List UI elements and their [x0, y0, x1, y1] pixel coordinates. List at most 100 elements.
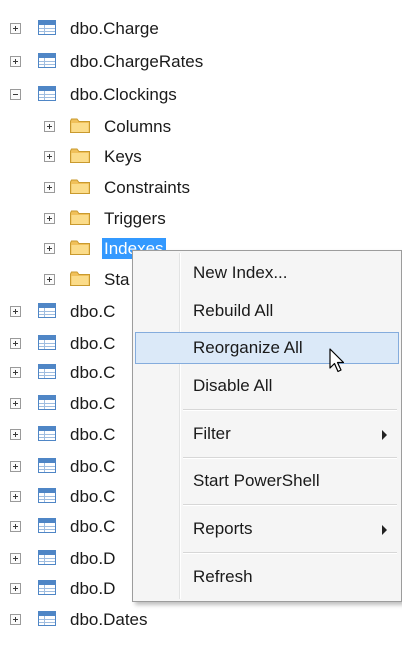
expand-icon[interactable] — [10, 306, 21, 317]
menu-item-start-powershell[interactable]: Start PowerShell — [135, 465, 399, 497]
tree-node-table-expanded[interactable]: dbo.Clockings — [0, 80, 402, 110]
menu-item-label: Disable All — [193, 376, 273, 395]
table-icon — [38, 458, 56, 473]
expand-icon[interactable] — [10, 398, 21, 409]
tree-node-label: dbo.C — [70, 334, 116, 353]
tree-node-label: dbo.D — [70, 579, 116, 598]
folder-icon — [70, 210, 90, 225]
table-icon — [38, 20, 56, 35]
table-icon — [38, 395, 56, 410]
menu-item-new-index[interactable]: New Index... — [135, 257, 399, 289]
tree-node-table[interactable]: dbo.C — [0, 297, 132, 327]
tree-node-table[interactable]: dbo.D — [0, 574, 132, 604]
tree-node-folder-columns[interactable]: Columns — [0, 112, 402, 142]
folder-icon — [70, 179, 90, 194]
tree-node-folder-constraints[interactable]: Constraints — [0, 173, 402, 203]
menu-separator — [183, 457, 397, 459]
expand-icon[interactable] — [10, 367, 21, 378]
tree-node-table[interactable]: dbo.Dates — [0, 605, 402, 635]
folder-icon — [70, 118, 90, 133]
tree-node-folder-keys[interactable]: Keys — [0, 142, 402, 172]
tree-node-label: dbo.D — [70, 549, 116, 568]
expand-icon[interactable] — [44, 274, 55, 285]
tree-node-folder-statistics[interactable]: Sta — [0, 265, 132, 295]
mouse-pointer-icon — [329, 348, 345, 373]
tree-node-label: dbo.C — [70, 487, 116, 506]
menu-separator — [183, 409, 397, 411]
tree-node-label: Triggers — [104, 209, 166, 228]
collapse-icon[interactable] — [10, 89, 21, 100]
table-icon — [38, 580, 56, 595]
expand-icon[interactable] — [10, 23, 21, 34]
menu-item-rebuild-all[interactable]: Rebuild All — [135, 295, 399, 327]
tree-node-folder-triggers[interactable]: Triggers — [0, 204, 402, 234]
tree-node-label: dbo.C — [70, 517, 116, 536]
submenu-arrow-icon — [382, 430, 387, 440]
menu-item-disable-all[interactable]: Disable All — [135, 370, 399, 402]
tree-node-table[interactable]: dbo.C — [0, 389, 132, 419]
menu-item-reorganize-all[interactable]: Reorganize All — [135, 332, 399, 364]
expand-icon[interactable] — [10, 56, 21, 67]
table-icon — [38, 518, 56, 533]
table-icon — [38, 364, 56, 379]
table-icon — [38, 53, 56, 68]
tree-node-label: dbo.C — [70, 394, 116, 413]
table-icon — [38, 335, 56, 350]
tree-node-table[interactable]: dbo.C — [0, 329, 132, 359]
tree-node-label: dbo.Charge — [70, 19, 159, 38]
table-icon — [38, 86, 56, 101]
expand-icon[interactable] — [10, 521, 21, 532]
menu-item-label: Filter — [193, 424, 231, 443]
tree-node-label: Keys — [104, 147, 142, 166]
table-icon — [38, 611, 56, 626]
menu-item-label: New Index... — [193, 263, 288, 282]
tree-node-label: dbo.Dates — [70, 610, 148, 629]
tree-node-label: dbo.C — [70, 425, 116, 444]
tree-node-table[interactable]: dbo.C — [0, 420, 132, 450]
expand-icon[interactable] — [10, 614, 21, 625]
tree-node-label: dbo.Clockings — [70, 85, 177, 104]
context-menu: New Index... Rebuild All Reorganize All … — [132, 250, 402, 602]
menu-separator — [183, 504, 397, 506]
folder-icon — [70, 240, 90, 255]
menu-item-filter[interactable]: Filter — [135, 418, 399, 450]
tree-node-table[interactable]: dbo.D — [0, 544, 132, 574]
menu-separator — [183, 552, 397, 554]
expand-icon[interactable] — [10, 553, 21, 564]
expand-icon[interactable] — [44, 151, 55, 162]
expand-icon[interactable] — [44, 243, 55, 254]
menu-item-label: Start PowerShell — [193, 471, 320, 490]
tree-node-label: dbo.C — [70, 457, 116, 476]
tree-node-table[interactable]: dbo.C — [0, 482, 132, 512]
tree-node-label: dbo.C — [70, 302, 116, 321]
expand-icon[interactable] — [10, 583, 21, 594]
tree-node-table[interactable]: dbo.Charge — [0, 14, 402, 44]
expand-icon[interactable] — [10, 338, 21, 349]
submenu-arrow-icon — [382, 525, 387, 535]
expand-icon[interactable] — [44, 182, 55, 193]
expand-icon[interactable] — [10, 491, 21, 502]
menu-item-reports[interactable]: Reports — [135, 513, 399, 545]
tree-node-label: Columns — [104, 117, 172, 136]
table-icon — [38, 426, 56, 441]
tree-node-table[interactable]: dbo.C — [0, 512, 132, 542]
tree-node-table[interactable]: dbo.C — [0, 358, 132, 388]
folder-icon — [70, 148, 90, 163]
tree-node-table[interactable]: dbo.ChargeRates — [0, 47, 402, 77]
expand-icon[interactable] — [10, 461, 21, 472]
tree-node-label: dbo.C — [70, 363, 116, 382]
table-icon — [38, 550, 56, 565]
expand-icon[interactable] — [44, 121, 55, 132]
expand-icon[interactable] — [10, 429, 21, 440]
tree-node-label: dbo.ChargeRates — [70, 52, 204, 71]
table-icon — [38, 488, 56, 503]
menu-item-label: Reports — [193, 519, 253, 538]
tree-node-label: Constraints — [104, 178, 190, 197]
tree-node-label: Sta — [104, 270, 130, 289]
menu-item-label: Reorganize All — [193, 338, 303, 357]
menu-item-label: Refresh — [193, 567, 253, 586]
tree-node-table[interactable]: dbo.C — [0, 452, 132, 482]
menu-item-label: Rebuild All — [193, 301, 274, 320]
menu-item-refresh[interactable]: Refresh — [135, 561, 399, 593]
expand-icon[interactable] — [44, 213, 55, 224]
